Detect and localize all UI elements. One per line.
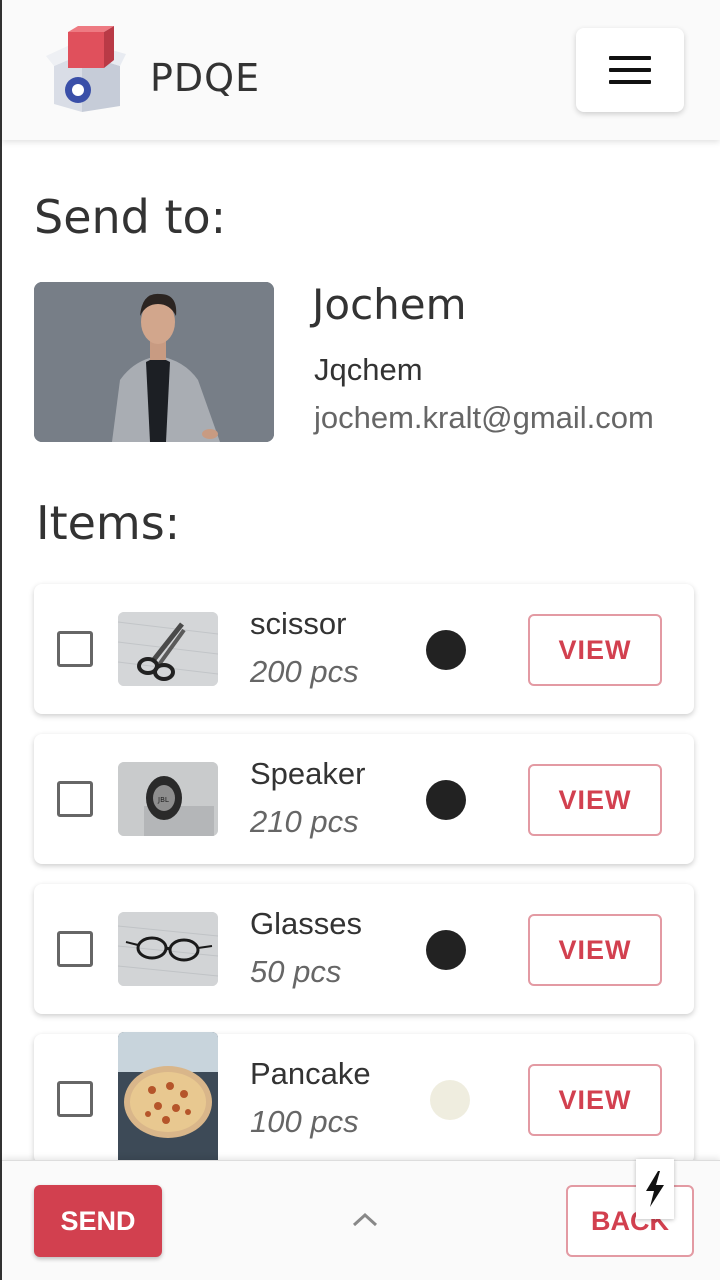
item-thumbnail <box>118 612 218 686</box>
item-thumbnail: JBL <box>118 762 218 836</box>
send-to-title: Send to: <box>34 190 227 244</box>
item-quantity: 100 pcs <box>250 1104 359 1139</box>
recipient-name: Jochem <box>312 280 467 329</box>
view-button[interactable]: VIEW <box>528 914 662 986</box>
status-dot <box>426 630 466 670</box>
brand-name: PDQE <box>150 56 261 100</box>
hamburger-icon <box>609 56 651 60</box>
item-quantity: 200 pcs <box>250 654 359 689</box>
view-button[interactable]: VIEW <box>528 1064 662 1136</box>
lightning-bolt-icon[interactable] <box>636 1159 674 1219</box>
item-name: Speaker <box>250 756 366 791</box>
item-card: Pancake 100 pcs VIEW <box>34 1032 694 1164</box>
item-thumbnail <box>118 1032 218 1162</box>
send-button[interactable]: SEND <box>34 1185 162 1257</box>
box-logo-icon <box>42 26 132 116</box>
recipient-username: Jqchem <box>314 352 423 387</box>
item-thumbnail <box>118 912 218 986</box>
item-name: Glasses <box>250 906 362 941</box>
item-quantity: 210 pcs <box>250 804 359 839</box>
status-dot <box>426 780 466 820</box>
item-checkbox[interactable] <box>57 631 93 667</box>
status-dot <box>430 1080 470 1120</box>
view-button[interactable]: VIEW <box>528 614 662 686</box>
item-card: JBL Speaker 210 pcs VIEW <box>34 734 694 864</box>
view-button[interactable]: VIEW <box>528 764 662 836</box>
chevron-up-icon[interactable] <box>350 1209 380 1229</box>
svg-text:JBL: JBL <box>157 796 169 804</box>
item-card: scissor 200 pcs VIEW <box>34 584 694 714</box>
recipient-email: jochem.kralt@gmail.com <box>314 400 654 435</box>
app-header: PDQE <box>2 0 720 140</box>
item-checkbox[interactable] <box>57 781 93 817</box>
recipient-photo <box>34 282 274 442</box>
item-name: Pancake <box>250 1056 371 1091</box>
item-name: scissor <box>250 606 347 641</box>
bottom-action-bar: SEND BACK <box>2 1159 720 1280</box>
item-checkbox[interactable] <box>57 1081 93 1117</box>
menu-button[interactable] <box>576 28 684 112</box>
item-quantity: 50 pcs <box>250 954 342 989</box>
status-dot <box>426 930 466 970</box>
items-title: Items: <box>36 496 181 550</box>
back-button[interactable]: BACK <box>566 1185 694 1257</box>
item-checkbox[interactable] <box>57 931 93 967</box>
item-card: Glasses 50 pcs VIEW <box>34 884 694 1014</box>
